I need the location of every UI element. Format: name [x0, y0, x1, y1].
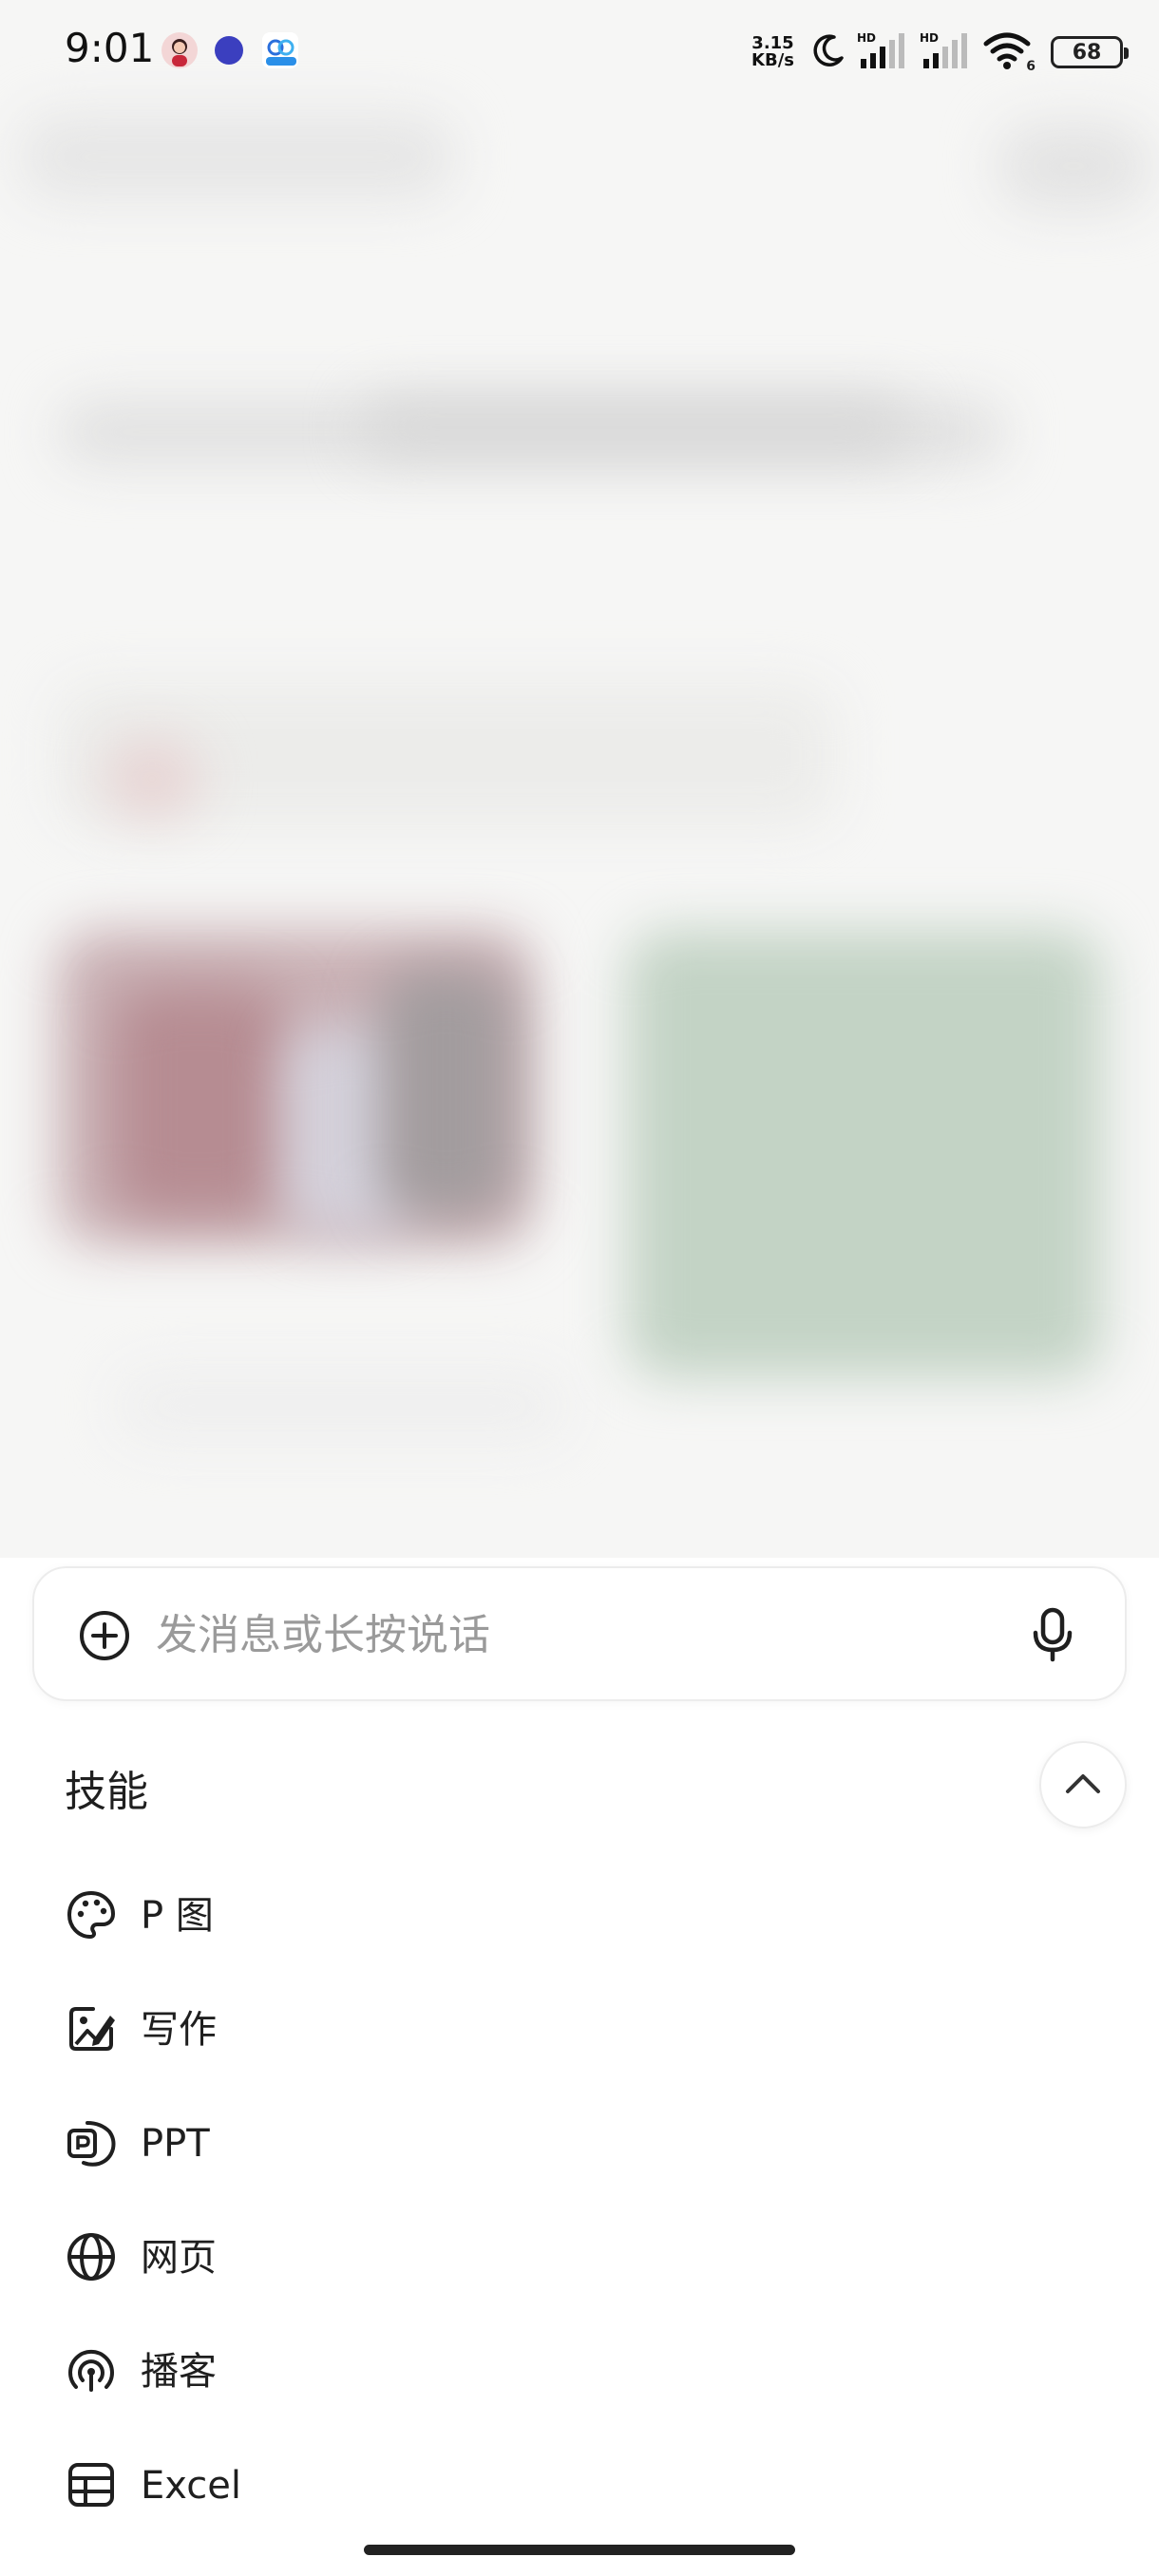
cellular-signal-2-icon: HD	[920, 30, 973, 74]
home-indicator[interactable]	[364, 2545, 795, 2555]
notification-cloud-icon	[262, 32, 298, 68]
skill-label: 写作	[141, 2008, 217, 2052]
cellular-signal-1-icon: HD	[857, 30, 910, 74]
collapse-button[interactable]	[1039, 1741, 1127, 1828]
network-speed-unit: KB/s	[751, 50, 794, 70]
skill-item-p-tu[interactable]: P 图	[57, 1871, 532, 1957]
skill-label: PPT	[141, 2122, 210, 2166]
skills-title: 技能	[65, 1768, 148, 1816]
skill-item-excel[interactable]: Excel	[57, 2441, 532, 2527]
skill-item-writing[interactable]: 写作	[57, 1985, 532, 2071]
notification-avatar-icon	[162, 32, 198, 68]
skill-item-podcast[interactable]: 播客	[57, 2327, 532, 2413]
chevron-up-icon	[1062, 1769, 1104, 1801]
palette-icon	[65, 1888, 118, 1941]
svg-text:HD: HD	[920, 31, 939, 45]
skill-item-webpage[interactable]: 网页	[57, 2213, 532, 2299]
status-indicators: 3.15 KB/s HD HD 6 68	[751, 28, 1129, 76]
blurred-content-background	[0, 0, 1159, 1558]
network-speed: 3.15 KB/s	[751, 35, 794, 69]
message-input[interactable]: 发消息或长按说话	[156, 1610, 490, 1661]
plus-circle-icon[interactable]	[78, 1609, 131, 1662]
table-icon	[65, 2458, 118, 2511]
message-input-bar[interactable]: 发消息或长按说话	[32, 1566, 1127, 1701]
microphone-icon[interactable]	[1024, 1604, 1081, 1665]
image-edit-icon	[65, 2002, 118, 2055]
moon-icon	[809, 31, 847, 73]
ppt-icon	[65, 2116, 118, 2169]
podcast-icon	[65, 2344, 118, 2397]
status-time: 9:01	[65, 25, 155, 71]
svg-text:HD: HD	[857, 31, 876, 45]
globe-icon	[65, 2230, 118, 2283]
wifi-icon: 6	[982, 30, 1036, 74]
skill-item-ppt[interactable]: PPT	[57, 2099, 532, 2185]
app-screen: 9:01 3.15 KB/s HD HD 6 68 发消息或长按说话 技能 P …	[0, 0, 1159, 2576]
notification-app-icon	[215, 36, 243, 65]
wifi-badge: 6	[1026, 59, 1036, 74]
skill-label: 播客	[141, 2350, 217, 2394]
skill-label: P 图	[141, 1894, 214, 1938]
skill-label: Excel	[141, 2464, 241, 2508]
battery-indicator: 68	[1051, 36, 1129, 68]
skill-label: 网页	[141, 2236, 217, 2280]
status-bar: 9:01 3.15 KB/s HD HD 6 68	[0, 0, 1159, 104]
